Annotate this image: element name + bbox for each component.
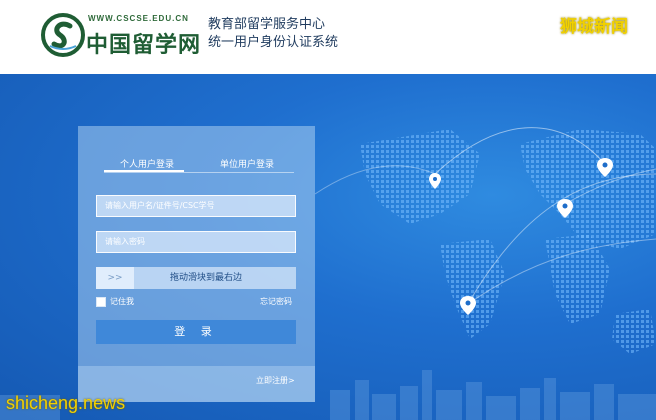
login-button[interactable]: 登 录 <box>96 320 296 344</box>
site-url: WWW.CSCSE.EDU.CN <box>88 14 189 23</box>
site-name: 中国留学网 <box>86 32 202 58</box>
password-input[interactable]: 请输入密码 <box>96 231 296 253</box>
username-input[interactable]: 请输入用户名/证件号/CSC学号 <box>96 195 296 217</box>
active-tab-indicator <box>104 170 184 172</box>
watermark-top: 狮城新闻 <box>560 17 628 37</box>
watermark-bottom: shicheng.news <box>6 393 126 413</box>
captcha-slider[interactable]: 拖动滑块到最右边 >> <box>96 267 296 289</box>
tab-divider <box>104 172 294 173</box>
remember-me-label[interactable]: 记住我 <box>110 296 134 307</box>
register-link[interactable]: 立即注册> <box>256 375 295 386</box>
center-title-line1: 教育部留学服务中心 <box>208 17 326 32</box>
tab-personal-login[interactable]: 个人用户登录 <box>120 157 174 170</box>
tab-unit-login[interactable]: 单位用户登录 <box>220 157 274 170</box>
remember-me-checkbox[interactable] <box>96 297 106 307</box>
system-title: 教育部留学服务中心 统一用户身份认证系统 <box>208 16 338 52</box>
cscse-logo-icon <box>41 13 85 57</box>
header: WWW.CSCSE.EDU.CN 中国留学网 教育部留学服务中心 统一用户身份认… <box>0 0 656 74</box>
login-panel <box>78 126 315 402</box>
center-title-line2: 统一用户身份认证系统 <box>208 35 339 50</box>
slider-handle[interactable]: >> <box>96 267 134 289</box>
forgot-password-link[interactable]: 忘记密码 <box>260 296 292 307</box>
